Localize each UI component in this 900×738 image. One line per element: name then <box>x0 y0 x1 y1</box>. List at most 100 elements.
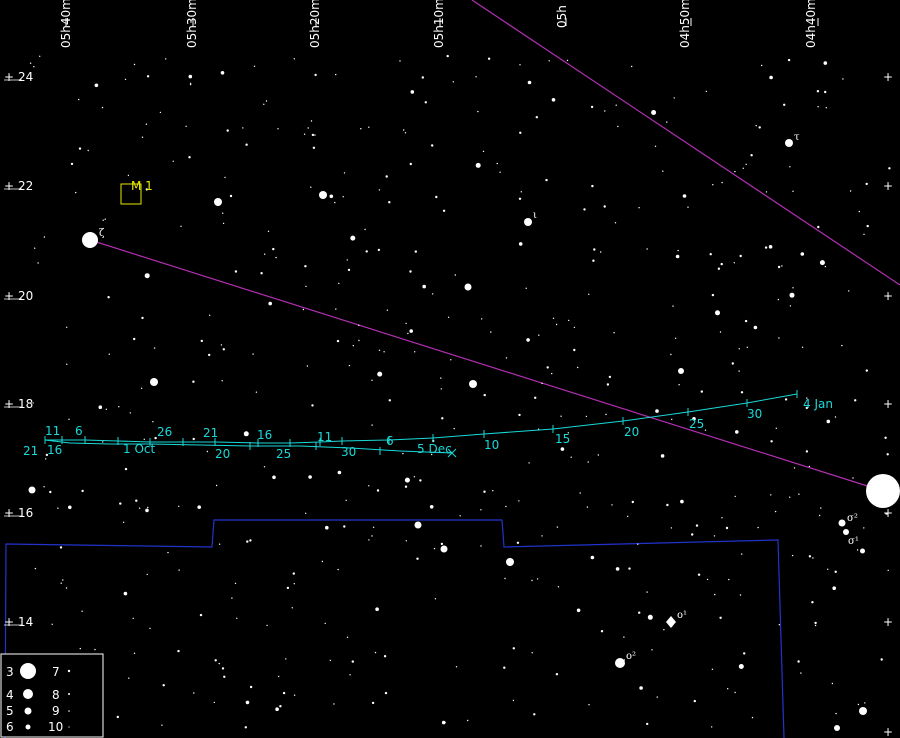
background-star <box>159 111 162 114</box>
track-date-label: 21 <box>203 426 218 440</box>
background-star <box>98 405 103 410</box>
background-star <box>791 554 794 557</box>
background-star <box>337 470 342 475</box>
background-star <box>285 658 287 660</box>
background-star <box>180 225 182 227</box>
dec-label: + <box>4 179 14 193</box>
background-star <box>518 242 523 246</box>
background-star <box>208 353 211 357</box>
background-star <box>666 121 668 123</box>
background-star <box>512 699 515 702</box>
track-date-label: 21 <box>23 444 38 458</box>
background-star <box>59 546 63 549</box>
dec-label: + <box>4 615 14 629</box>
background-star <box>886 453 889 456</box>
background-star <box>421 76 424 79</box>
background-star <box>520 191 522 193</box>
star-zeta-tau[interactable] <box>82 232 98 248</box>
background-star <box>739 254 742 258</box>
background-star <box>583 208 586 211</box>
background-star <box>714 593 716 596</box>
background-star <box>223 675 226 678</box>
background-star <box>672 305 674 307</box>
background-star <box>337 568 339 571</box>
background-star <box>518 500 520 502</box>
background-star <box>725 526 729 530</box>
background-star <box>576 608 581 613</box>
background-star <box>614 222 617 224</box>
background-star <box>475 76 477 78</box>
ra-label: 05h <box>555 5 569 28</box>
background-star <box>140 387 143 389</box>
background-star <box>305 512 307 514</box>
background-star <box>566 59 569 62</box>
dec-label: 16 <box>18 506 33 520</box>
background-star <box>811 601 814 604</box>
background-star <box>711 668 714 670</box>
background-star <box>388 399 391 402</box>
star-sigma2[interactable] <box>838 519 846 527</box>
background-star <box>528 462 530 464</box>
background-star <box>880 658 883 661</box>
background-star <box>568 319 570 322</box>
background-star <box>863 233 865 235</box>
background-star <box>399 60 401 62</box>
background-star <box>646 591 648 593</box>
background-star <box>504 577 506 580</box>
background-star <box>94 83 99 88</box>
star-chart[interactable]: 05h40m 05h30m 05h20m 05h10m 05h 04h50m 0… <box>0 0 900 738</box>
background-star <box>365 250 368 253</box>
background-star <box>263 103 265 106</box>
background-star <box>534 396 537 399</box>
background-star <box>311 404 314 407</box>
background-star <box>405 540 407 542</box>
background-star <box>127 174 130 177</box>
background-star <box>536 578 539 580</box>
background-star <box>144 273 150 279</box>
background-star <box>272 247 275 251</box>
background-star <box>826 419 831 424</box>
background-star <box>329 194 334 199</box>
background-star <box>386 309 389 311</box>
background-star <box>800 672 802 674</box>
background-star <box>852 477 854 479</box>
background-star <box>358 324 360 326</box>
background-star <box>745 163 747 166</box>
track-date-label: 20 <box>215 447 230 461</box>
star-elnath[interactable] <box>866 474 900 508</box>
background-star <box>761 64 763 67</box>
background-star <box>769 75 773 80</box>
background-star <box>680 499 684 504</box>
background-star <box>33 66 35 68</box>
background-star <box>335 73 337 76</box>
background-star <box>717 267 721 270</box>
star-omicron2[interactable] <box>615 658 625 668</box>
star-label: τ <box>794 132 800 143</box>
background-star <box>888 167 891 170</box>
star-tau[interactable] <box>785 139 793 147</box>
background-star <box>311 133 315 137</box>
star-label: ι <box>533 210 537 221</box>
background-star <box>402 452 404 455</box>
star-iota[interactable] <box>524 218 532 226</box>
background-star <box>865 369 868 372</box>
background-star <box>292 572 295 575</box>
background-star <box>338 282 340 285</box>
background-star <box>404 132 407 134</box>
track-date-label: 15 <box>555 432 570 446</box>
background-star <box>368 485 370 487</box>
background-star <box>709 253 712 256</box>
background-star <box>94 648 96 651</box>
background-star <box>590 105 594 109</box>
background-star <box>516 541 520 544</box>
background-star <box>372 526 375 528</box>
background-star <box>753 325 758 330</box>
background-star <box>419 479 422 482</box>
background-star <box>854 399 857 402</box>
dec-label: 24 <box>18 70 33 84</box>
background-star <box>557 586 560 588</box>
background-star <box>129 412 131 414</box>
star-sigma1[interactable] <box>843 529 849 535</box>
background-star <box>765 191 768 193</box>
background-star <box>712 184 714 186</box>
